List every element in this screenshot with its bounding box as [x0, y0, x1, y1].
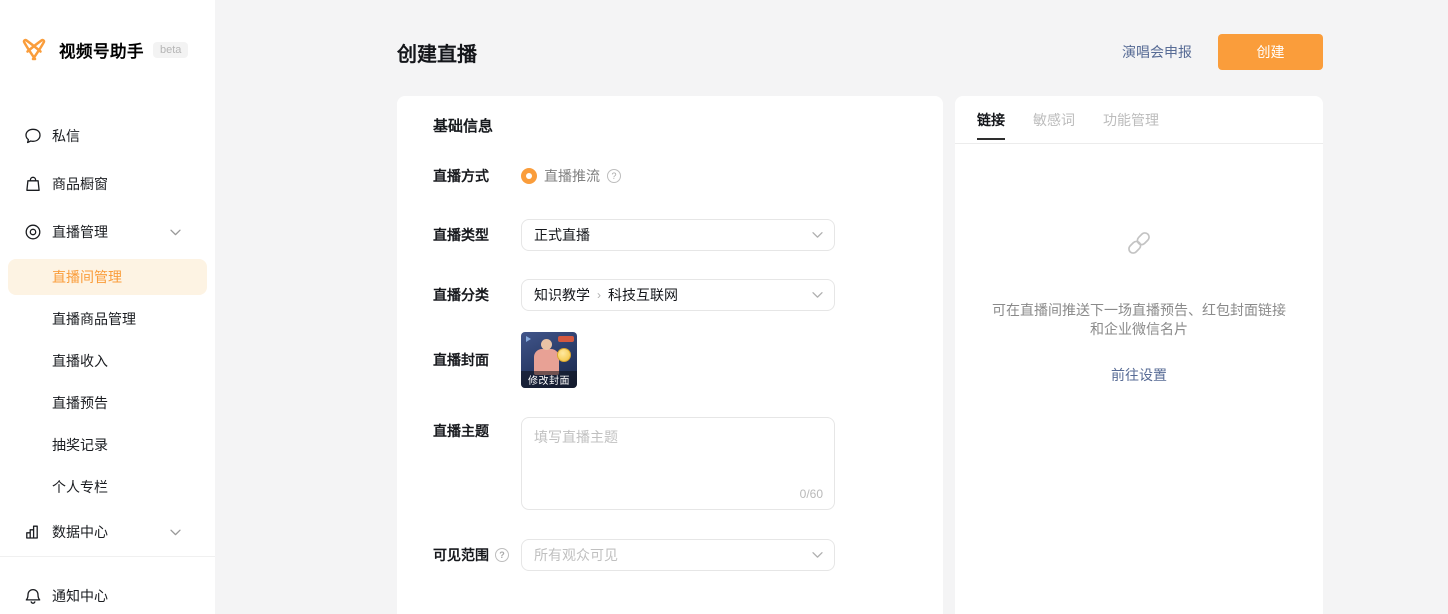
play-badge-icon: [526, 336, 531, 342]
sidebar-item-label: 商品橱窗: [52, 174, 108, 194]
tab-sensitive-words[interactable]: 敏感词: [1033, 110, 1075, 130]
radio-selected[interactable]: [521, 168, 537, 184]
sidebar-subitem-label: 直播预告: [52, 393, 108, 413]
page-title: 创建直播: [397, 38, 477, 67]
coin-icon: [557, 348, 571, 362]
live-method-label: 直播方式: [433, 166, 521, 186]
sidebar-item-label: 数据中心: [52, 522, 108, 542]
live-cover-row: 直播封面 修改封面: [433, 332, 577, 388]
links-panel-card: 链接 敏感词 功能管理 可在直播间推送下一场直播预告、红包封面链接和企业微信名片…: [955, 96, 1323, 614]
live-type-label: 直播类型: [433, 225, 521, 245]
help-icon[interactable]: ?: [607, 169, 621, 183]
sidebar-subitem-label: 个人专栏: [52, 477, 108, 497]
change-cover-button[interactable]: 修改封面: [521, 371, 577, 388]
sidebar-item-live-management[interactable]: 直播管理: [0, 208, 215, 256]
header-actions: 演唱会申报 创建: [1122, 34, 1323, 70]
live-type-row: 直播类型 正式直播: [433, 219, 835, 251]
sidebar-subitem-label: 直播收入: [52, 351, 108, 371]
live-method-row: 直播方式 直播推流 ?: [433, 164, 621, 188]
bag-icon: [24, 175, 42, 193]
main-content: 创建直播 演唱会申报 创建 基础信息 直播方式 直播推流 ? 直播类型 正式直播: [397, 0, 1323, 614]
beta-badge: beta: [153, 42, 188, 58]
cover-person-head-decor: [541, 339, 552, 350]
category-level2: 科技互联网: [608, 285, 678, 305]
sidebar-subitem-label: 直播商品管理: [52, 309, 136, 329]
app-title: 视频号助手: [59, 38, 144, 62]
cover-tag-decor: [558, 336, 574, 342]
section-title: 基础信息: [433, 115, 493, 136]
sidebar-subitem-personal-column[interactable]: 个人专栏: [0, 466, 215, 508]
concert-apply-link[interactable]: 演唱会申报: [1122, 42, 1192, 62]
sidebar-subitem-live-product-management[interactable]: 直播商品管理: [0, 298, 215, 340]
chat-icon: [24, 127, 42, 145]
panel-tabs: 链接 敏感词 功能管理: [955, 96, 1323, 144]
live-type-select[interactable]: 正式直播: [521, 219, 835, 251]
tab-feature-management[interactable]: 功能管理: [1103, 110, 1159, 130]
sidebar-item-notification-center[interactable]: 通知中心: [0, 572, 215, 614]
visibility-label: 可见范围 ?: [433, 545, 521, 565]
visibility-row: 可见范围 ? 所有观众可见: [433, 539, 835, 571]
chevron-down-icon: [170, 229, 181, 236]
sidebar-subitem-live-income[interactable]: 直播收入: [0, 340, 215, 382]
cover-image[interactable]: 修改封面: [521, 332, 577, 388]
sidebar-nav: 私信 商品橱窗 直播管理 直播间管理 直播商品管理 直播收入 直播预: [0, 112, 215, 614]
go-to-settings-link[interactable]: 前往设置: [1111, 365, 1167, 385]
live-cover-label: 直播封面: [433, 350, 521, 370]
live-category-select[interactable]: 知识教学 › 科技互联网: [521, 279, 835, 311]
sidebar-item-data-center[interactable]: 数据中心: [0, 508, 215, 556]
channels-logo-icon: [18, 34, 50, 66]
sidebar-subitem-lottery-records[interactable]: 抽奖记录: [0, 424, 215, 466]
app-logo: 视频号助手 beta: [18, 34, 188, 66]
live-category-label: 直播分类: [433, 285, 521, 305]
radio-label: 直播推流: [544, 166, 600, 186]
category-level1: 知识教学: [534, 285, 590, 305]
topic-input[interactable]: [521, 417, 835, 510]
links-panel-body: 可在直播间推送下一场直播预告、红包封面链接和企业微信名片 前往设置: [955, 144, 1323, 385]
chevron-down-icon: [812, 292, 823, 299]
live-category-row: 直播分类 知识教学 › 科技互联网: [433, 279, 835, 311]
help-icon[interactable]: ?: [495, 548, 509, 562]
sidebar-item-label: 私信: [52, 126, 80, 146]
link-chain-icon: [1124, 228, 1154, 258]
page-header: 创建直播 演唱会申报 创建: [397, 32, 1323, 72]
sidebar-divider: [0, 556, 215, 557]
sidebar-subitem-live-notice[interactable]: 直播预告: [0, 382, 215, 424]
live-method-radio-group: 直播推流 ?: [521, 166, 621, 186]
sidebar-item-label: 通知中心: [52, 586, 108, 606]
create-button[interactable]: 创建: [1218, 34, 1323, 70]
topic-input-wrap: 0/60: [521, 417, 835, 510]
category-separator: ›: [597, 288, 601, 302]
sidebar: 视频号助手 beta 私信 商品橱窗 直播管理 直播间管理: [0, 0, 215, 614]
sidebar-subitem-label: 抽奖记录: [52, 435, 108, 455]
basic-info-card: 基础信息 直播方式 直播推流 ? 直播类型 正式直播: [397, 96, 943, 614]
live-icon: [24, 223, 42, 241]
sidebar-subitem-label: 直播间管理: [52, 267, 122, 287]
sidebar-item-private-messages[interactable]: 私信: [0, 112, 215, 160]
visibility-value: 所有观众可见: [534, 545, 618, 565]
visibility-label-text: 可见范围: [433, 545, 489, 565]
sidebar-item-product-showcase[interactable]: 商品橱窗: [0, 160, 215, 208]
char-counter: 0/60: [800, 487, 823, 501]
live-type-value: 正式直播: [534, 225, 590, 245]
data-icon: [24, 523, 42, 541]
chevron-down-icon: [812, 232, 823, 239]
live-topic-label: 直播主题: [433, 417, 521, 510]
sidebar-subitem-live-room-management[interactable]: 直播间管理: [8, 259, 207, 295]
chevron-down-icon: [812, 552, 823, 559]
chevron-down-icon: [170, 529, 181, 536]
links-empty-text: 可在直播间推送下一场直播预告、红包封面链接和企业微信名片: [988, 301, 1290, 339]
content-cards: 基础信息 直播方式 直播推流 ? 直播类型 正式直播: [397, 96, 1323, 614]
sidebar-item-label: 直播管理: [52, 222, 108, 242]
visibility-select[interactable]: 所有观众可见: [521, 539, 835, 571]
bell-icon: [24, 587, 42, 605]
live-topic-row: 直播主题 0/60: [433, 417, 835, 510]
tab-links[interactable]: 链接: [977, 110, 1005, 130]
